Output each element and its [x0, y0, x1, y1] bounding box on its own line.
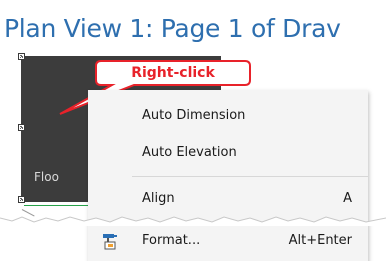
menu-item-auto-dimension[interactable]: Auto Dimension: [88, 105, 368, 127]
context-menu: Auto Dimension Auto Elevation Align A Fo…: [88, 90, 368, 261]
menu-item-format[interactable]: Format... Alt+Enter: [88, 230, 368, 252]
torn-edge: [0, 216, 386, 226]
menu-item-label: Align: [142, 191, 175, 206]
menu-item-shortcut: A: [343, 191, 352, 206]
menu-separator: [132, 176, 368, 177]
callout-text: Right-click: [131, 65, 215, 81]
menu-item-label: Auto Dimension: [142, 108, 246, 123]
format-paint-icon: [103, 234, 117, 250]
menu-item-shortcut: Alt+Enter: [288, 233, 352, 248]
menu-item-auto-elevation[interactable]: Auto Elevation: [88, 142, 368, 164]
screenshot-stage: Plan View 1: Page 1 of Drav Floo Right-c…: [0, 0, 386, 261]
menu-item-align[interactable]: Align A: [88, 188, 368, 210]
menu-item-label: Format...: [142, 233, 201, 248]
menu-item-label: Auto Elevation: [142, 145, 237, 160]
